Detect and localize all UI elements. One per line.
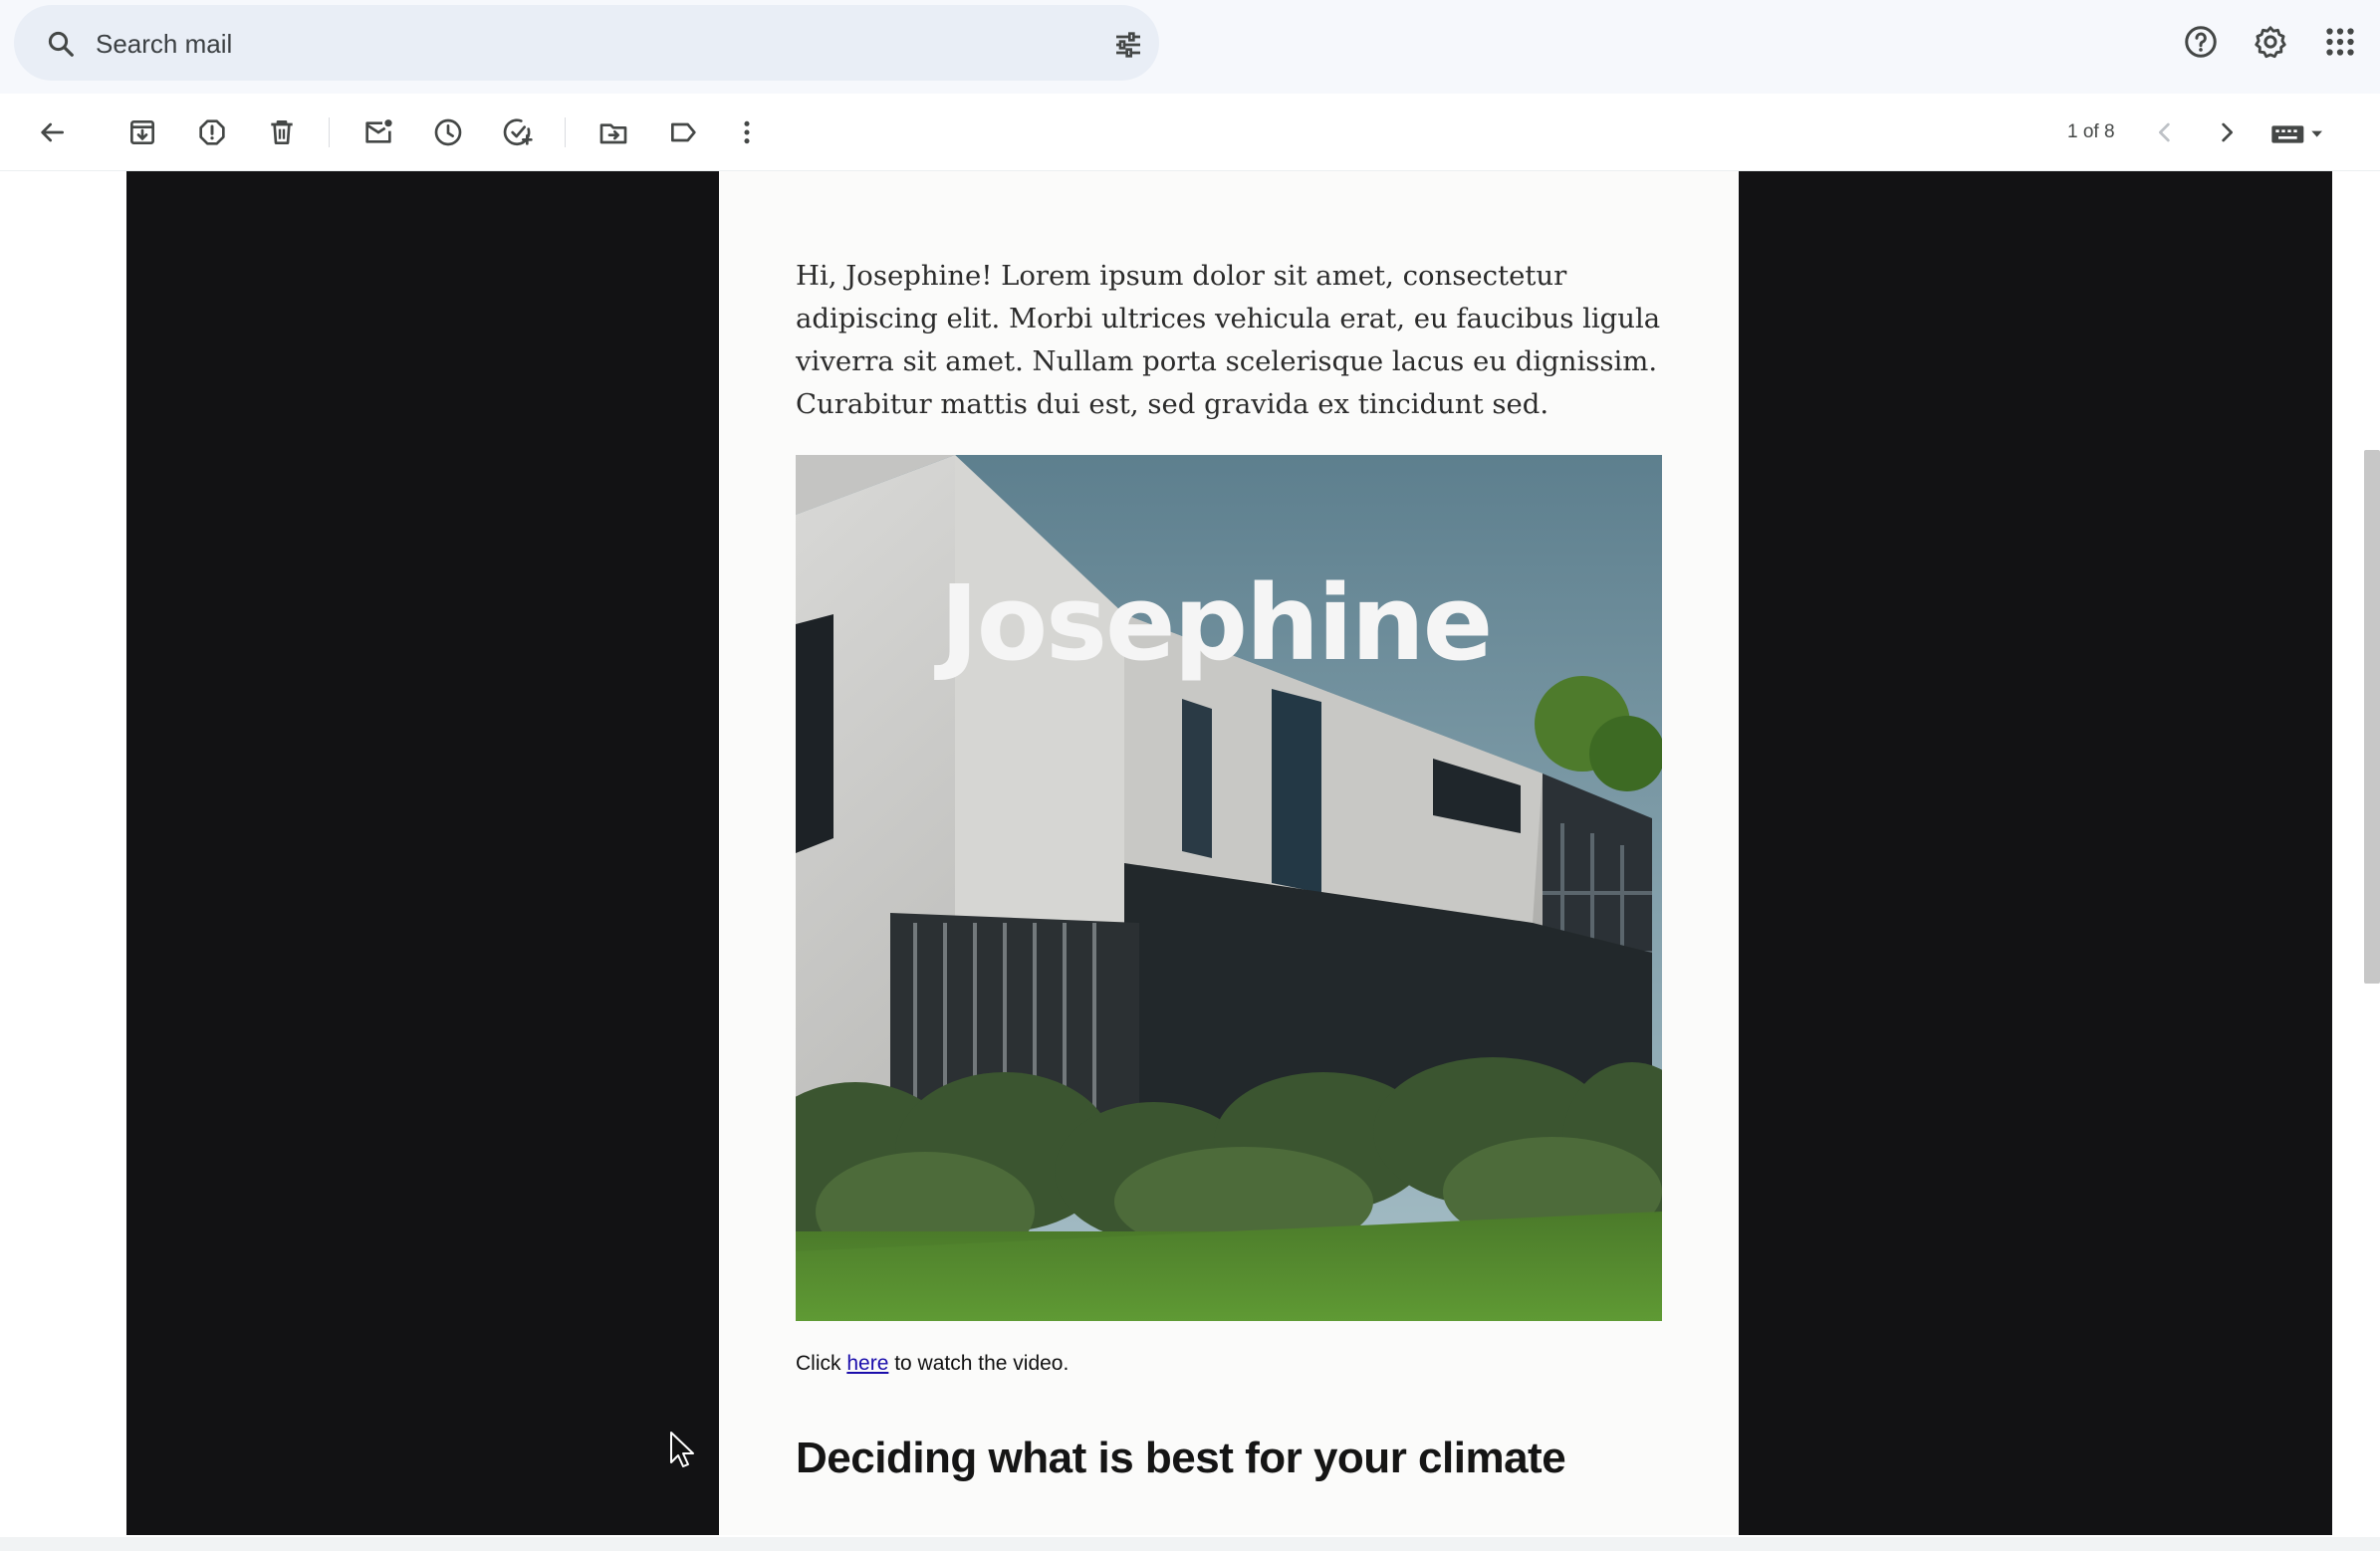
delete-icon[interactable]: [266, 116, 298, 148]
mouse-pointer-icon: [669, 1431, 695, 1470]
message-body: Hi, Josephine! Lorem ipsum dolor sit ame…: [0, 171, 2380, 1537]
mark-unread-icon[interactable]: [362, 116, 394, 148]
email-paper: Hi, Josephine! Lorem ipsum dolor sit ame…: [719, 171, 1739, 1535]
hero-illustration: Josephine: [796, 455, 1662, 1321]
cta-suffix: to watch the video.: [888, 1352, 1070, 1375]
move-to-icon[interactable]: [597, 116, 629, 148]
search-input[interactable]: Search mail: [96, 29, 232, 60]
bottom-edge: [0, 1537, 2380, 1551]
back-arrow-icon[interactable]: [36, 116, 68, 148]
scrollbar-thumb[interactable]: [2364, 450, 2380, 984]
chevron-right-icon[interactable]: [2211, 116, 2243, 148]
toolbar-divider: [565, 117, 566, 147]
hero-image[interactable]: Josephine: [796, 455, 1662, 1321]
watch-video-link[interactable]: here: [846, 1352, 888, 1375]
label-icon[interactable]: [667, 116, 699, 148]
chevron-left-icon[interactable]: [2149, 116, 2181, 148]
section-heading: Deciding what is best for your climate: [796, 1434, 1566, 1482]
archive-icon[interactable]: [126, 116, 158, 148]
settings-icon[interactable]: [2253, 24, 2288, 60]
more-vert-icon[interactable]: [731, 116, 763, 148]
apps-icon[interactable]: [2322, 24, 2358, 60]
tune-icon[interactable]: [1111, 29, 1145, 61]
search-bar[interactable]: Search mail: [14, 5, 1159, 81]
add-task-icon[interactable]: [502, 116, 534, 148]
report-spam-icon[interactable]: [196, 116, 228, 148]
toolbar-divider: [329, 117, 330, 147]
pagination-count: 1 of 8: [2067, 121, 2115, 142]
hero-title: Josephine: [934, 562, 1491, 684]
email-dark-margin-right: [1739, 171, 2332, 1535]
watch-video-line: Click here to watch the video.: [796, 1352, 1069, 1376]
email-intro-paragraph: Hi, Josephine! Lorem ipsum dolor sit ame…: [796, 260, 1661, 420]
top-bar: Search mail: [0, 0, 2380, 94]
help-icon[interactable]: [2183, 24, 2219, 60]
cta-prefix: Click: [796, 1352, 847, 1375]
email-dark-margin-left: [126, 171, 719, 1535]
keyboard-icon[interactable]: [2270, 116, 2326, 148]
message-toolbar: 1 of 8: [0, 94, 2380, 171]
snooze-icon[interactable]: [432, 116, 464, 148]
search-icon[interactable]: [46, 29, 76, 59]
